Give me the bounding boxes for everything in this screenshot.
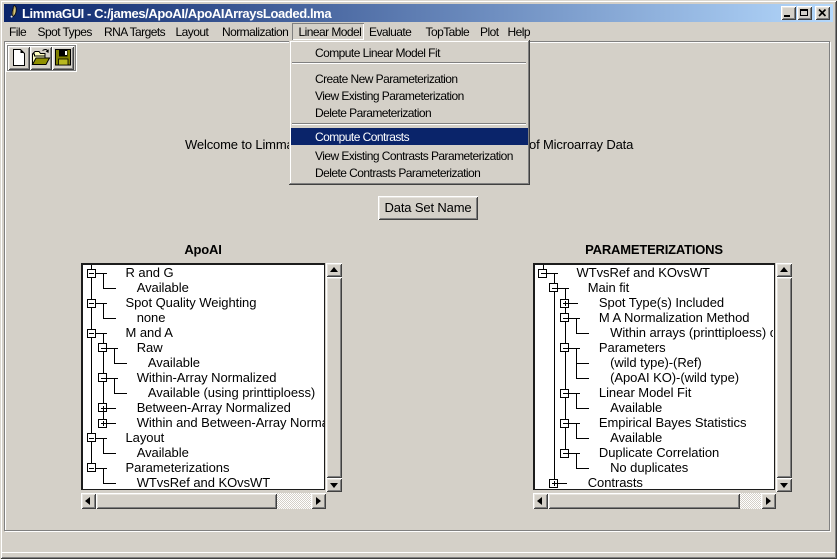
svg-text:M A Normalization Method: M A Normalization Method bbox=[599, 310, 750, 325]
svg-text:Parameters: Parameters bbox=[599, 340, 666, 355]
svg-text:Duplicate Correlation: Duplicate Correlation bbox=[599, 445, 719, 460]
svg-text:Contrasts: Contrasts bbox=[588, 475, 644, 489]
svg-text:Within-Array Normalized: Within-Array Normalized bbox=[137, 370, 277, 385]
svg-text:Available: Available bbox=[610, 400, 662, 415]
svg-text:Linear Model Fit: Linear Model Fit bbox=[599, 385, 692, 400]
svg-text:Within and Between-Array Norma: Within and Between-Array Normalized bbox=[137, 415, 324, 430]
svg-text:WTvsRef and KOvsWT: WTvsRef and KOvsWT bbox=[577, 265, 711, 280]
svg-text:Available: Available bbox=[137, 445, 189, 460]
svg-text:Spot Quality Weighting: Spot Quality Weighting bbox=[126, 295, 257, 310]
svg-text:Available (using printtiploess: Available (using printtiploess) bbox=[148, 385, 315, 400]
svg-text:Parameterizations: Parameterizations bbox=[126, 460, 230, 475]
svg-text:R and G: R and G bbox=[126, 265, 174, 280]
svg-text:Available: Available bbox=[610, 430, 662, 445]
svg-text:Empirical Bayes Statistics: Empirical Bayes Statistics bbox=[599, 415, 747, 430]
svg-text:none: none bbox=[137, 310, 166, 325]
svg-text:Available: Available bbox=[148, 355, 200, 370]
svg-text:Available: Available bbox=[137, 280, 189, 295]
svg-text:Between-Array Normalized: Between-Array Normalized bbox=[137, 400, 291, 415]
svg-text:WTvsRef and KOvsWT: WTvsRef and KOvsWT bbox=[137, 475, 271, 489]
svg-text:No duplicates: No duplicates bbox=[610, 460, 689, 475]
svg-text:Raw: Raw bbox=[137, 340, 164, 355]
svg-text:(wild type)-(Ref): (wild type)-(Ref) bbox=[610, 355, 702, 370]
svg-text:Within arrays (printtiploess): Within arrays (printtiploess) only bbox=[610, 325, 773, 340]
svg-text:Layout: Layout bbox=[126, 430, 165, 445]
svg-text:(ApoAI KO)-(wild type): (ApoAI KO)-(wild type) bbox=[610, 370, 739, 385]
svg-text:Main fit: Main fit bbox=[588, 280, 630, 295]
svg-text:M and A: M and A bbox=[126, 325, 174, 340]
svg-text:Spot Type(s) Included: Spot Type(s) Included bbox=[599, 295, 724, 310]
